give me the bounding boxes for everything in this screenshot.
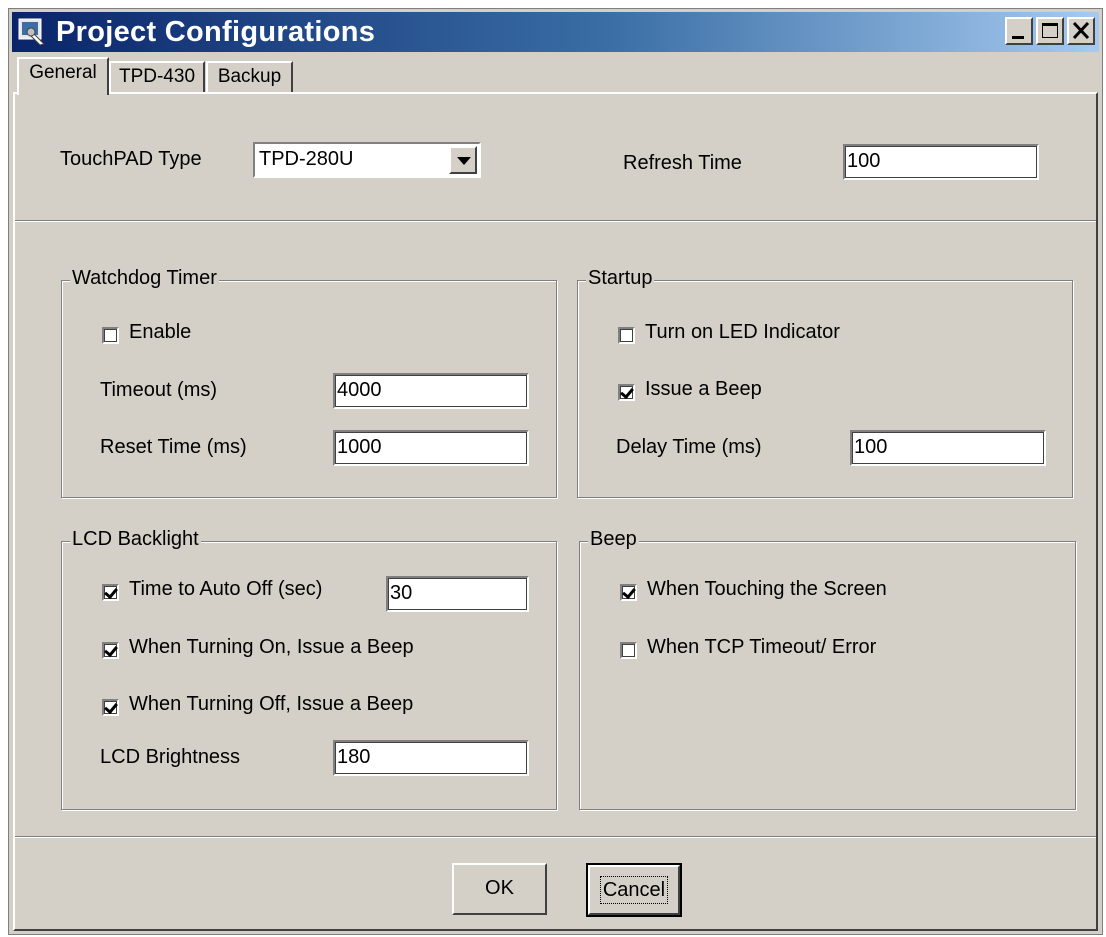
tab-backup[interactable]: Backup	[206, 61, 293, 93]
touching-screen-label: When Touching the Screen	[647, 578, 887, 600]
minimize-button[interactable]	[1005, 17, 1033, 45]
reset-time-label: Reset Time (ms)	[100, 436, 247, 458]
chevron-down-icon[interactable]	[449, 146, 477, 174]
touching-screen-checkbox[interactable]	[620, 584, 637, 601]
close-icon	[1072, 21, 1090, 40]
refresh-time-input[interactable]: 100	[843, 144, 1039, 180]
title-bar[interactable]: Project Configurations	[12, 12, 1099, 52]
touchpad-type-value: TPD-280U	[259, 148, 354, 170]
watchdog-legend: Watchdog Timer	[70, 267, 219, 290]
tab-general[interactable]: General	[17, 57, 109, 95]
maximize-button[interactable]	[1036, 17, 1064, 45]
startup-legend: Startup	[586, 267, 655, 290]
touchpad-type-label: TouchPAD Type	[60, 148, 202, 170]
auto-off-checkbox[interactable]	[102, 584, 119, 601]
tab-tpd-430[interactable]: TPD-430	[109, 61, 205, 93]
window-title: Project Configurations	[56, 16, 376, 48]
timeout-label: Timeout (ms)	[100, 379, 218, 401]
ok-button-label: OK	[485, 877, 514, 899]
ok-button[interactable]: OK	[452, 863, 547, 915]
led-indicator-checkbox[interactable]	[618, 327, 635, 344]
minimize-icon	[1012, 36, 1024, 39]
tcp-timeout-checkbox[interactable]	[620, 642, 637, 659]
auto-off-input[interactable]: 30	[386, 576, 529, 612]
watchdog-enable-label: Enable	[129, 321, 192, 343]
lcd-backlight-legend: LCD Backlight	[70, 528, 201, 551]
timeout-input[interactable]: 4000	[333, 373, 529, 409]
beep-group: Beep When Touching the Screen When TCP T…	[579, 528, 1076, 810]
tcp-timeout-label: When TCP Timeout/ Error	[647, 636, 877, 658]
delay-time-label: Delay Time (ms)	[616, 436, 762, 458]
cancel-button-label: Cancel	[599, 876, 669, 904]
lcd-brightness-label: LCD Brightness	[100, 746, 241, 768]
lcd-brightness-input[interactable]: 180	[333, 740, 529, 776]
app-icon	[18, 18, 45, 46]
turn-on-beep-label: When Turning On, Issue a Beep	[129, 636, 414, 658]
close-button[interactable]	[1067, 17, 1095, 45]
turn-off-beep-label: When Turning Off, Issue a Beep	[129, 693, 414, 715]
lcd-backlight-group: LCD Backlight Time to Auto Off (sec) 30 …	[61, 528, 557, 810]
refresh-time-label: Refresh Time	[623, 152, 742, 174]
tab-label: Backup	[217, 66, 282, 87]
issue-beep-checkbox[interactable]	[618, 384, 635, 401]
startup-group: Startup Turn on LED Indicator Issue a Be…	[577, 267, 1073, 498]
tab-label: General	[29, 62, 97, 83]
watchdog-enable-checkbox[interactable]	[102, 327, 119, 344]
issue-beep-label: Issue a Beep	[645, 378, 762, 400]
beep-legend: Beep	[588, 528, 639, 551]
led-indicator-label: Turn on LED Indicator	[645, 321, 840, 343]
divider	[15, 836, 1096, 838]
watchdog-timer-group: Watchdog Timer Enable Timeout (ms) 4000 …	[61, 267, 557, 498]
turn-on-beep-checkbox[interactable]	[102, 642, 119, 659]
tab-label: TPD-430	[118, 66, 196, 87]
auto-off-label: Time to Auto Off (sec)	[129, 578, 323, 600]
cancel-button[interactable]: Cancel	[586, 863, 682, 917]
touchpad-type-select[interactable]: TPD-280U	[253, 142, 481, 178]
reset-time-input[interactable]: 1000	[333, 430, 529, 466]
turn-off-beep-checkbox[interactable]	[102, 699, 119, 716]
divider	[15, 220, 1096, 222]
maximize-icon	[1042, 23, 1058, 38]
general-tab-panel: TouchPAD Type TPD-280U Refresh Time 100 …	[13, 92, 1098, 931]
delay-time-input[interactable]: 100	[850, 430, 1046, 466]
project-configurations-window: Project Configurations General TPD-430 B…	[8, 8, 1103, 935]
